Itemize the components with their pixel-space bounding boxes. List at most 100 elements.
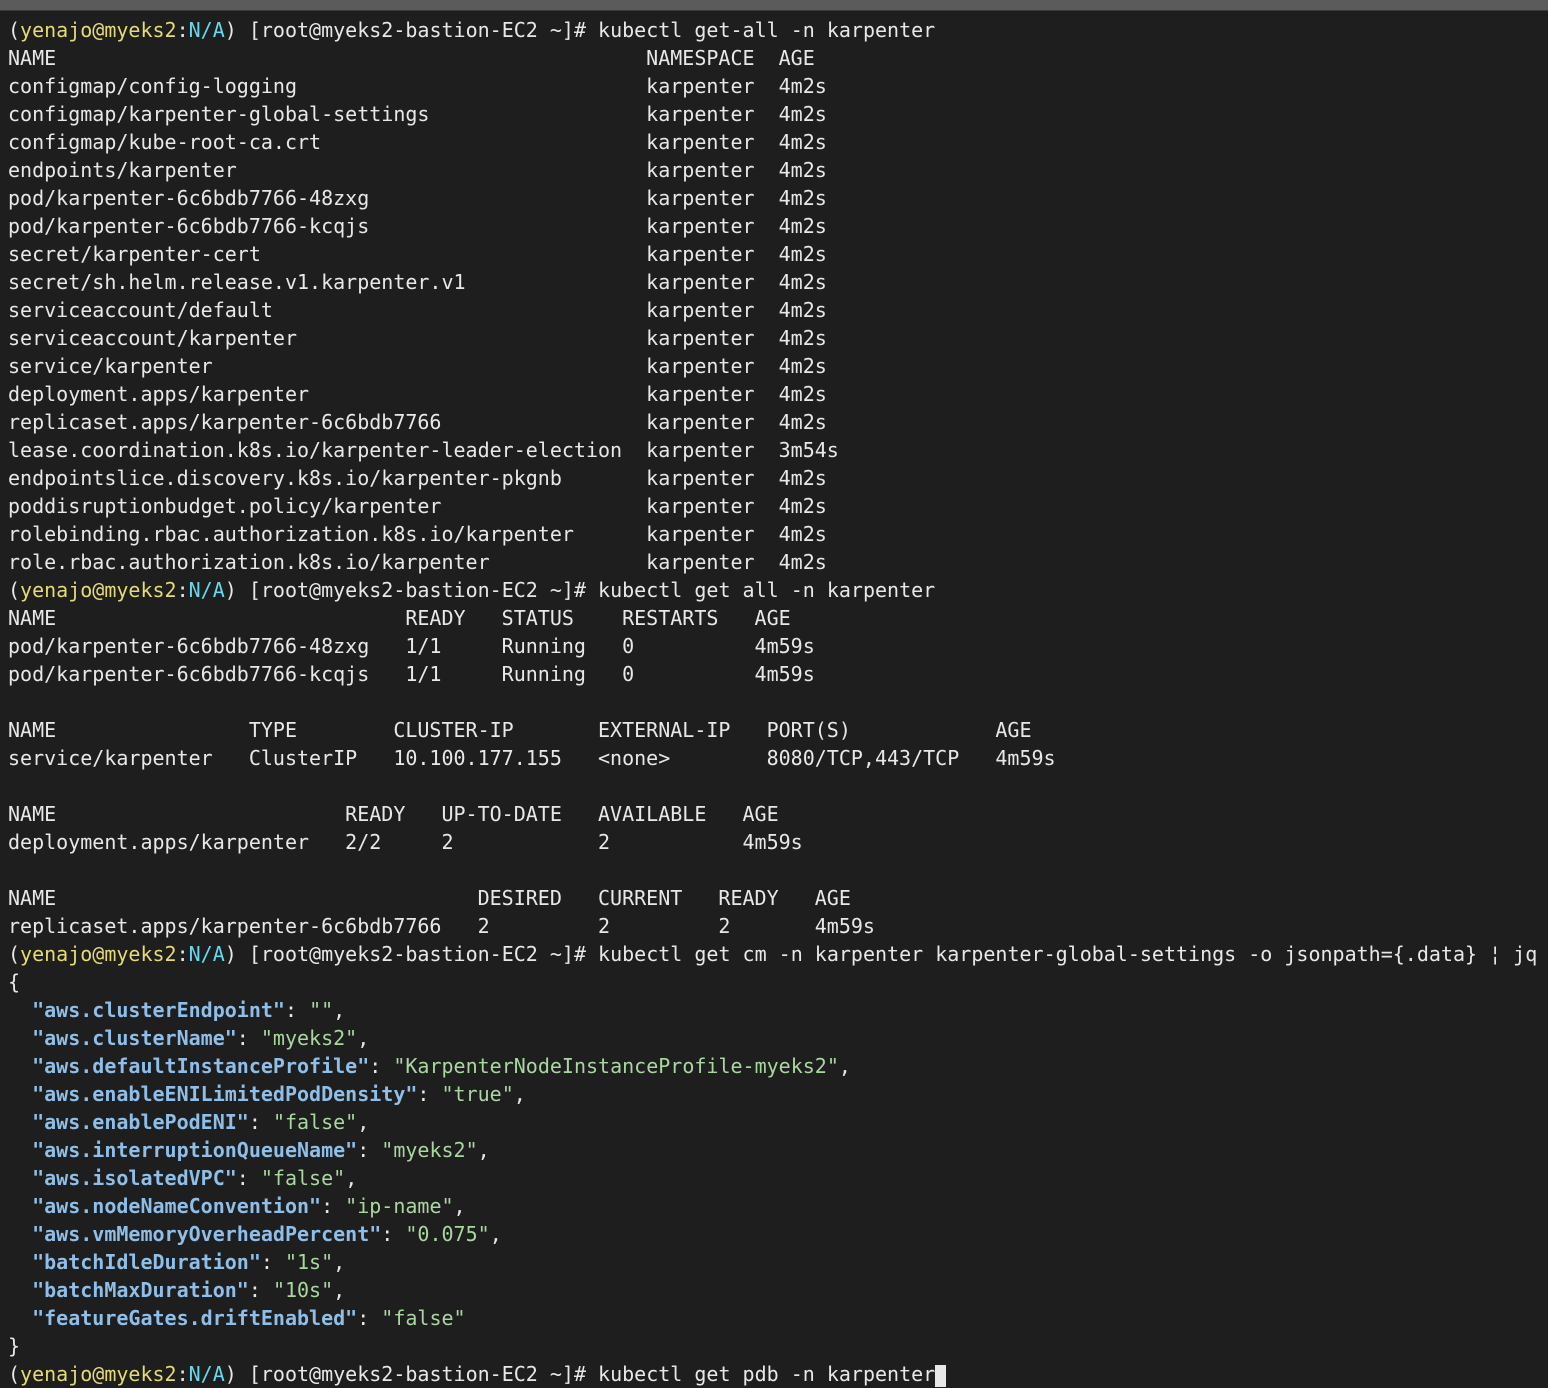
- json-comma: ,: [357, 1026, 370, 1050]
- output-line: configmap/karpenter-global-settings karp…: [8, 102, 827, 126]
- json-value: "false": [381, 1306, 466, 1330]
- command-text: kubectl get cm -n karpenter karpenter-gl…: [598, 942, 1538, 966]
- json-key: "aws.clusterName": [32, 1026, 237, 1050]
- json-comma: ,: [333, 998, 346, 1022]
- prompt-user: yenajo@myeks2: [20, 18, 177, 42]
- output-line: role.rbac.authorization.k8s.io/karpenter…: [8, 550, 827, 574]
- json-comma: ,: [489, 1222, 502, 1246]
- json-key: "aws.interruptionQueueName": [32, 1138, 358, 1162]
- prompt-context: N/A: [188, 578, 225, 602]
- output-line: NAME DESIRED CURRENT READY AGE: [8, 886, 851, 910]
- json-value: "false": [260, 1166, 346, 1190]
- prompt-separator: :: [176, 1362, 189, 1386]
- prompt-context: N/A: [188, 942, 225, 966]
- json-entry: "aws.vmMemoryOverheadPercent": "0.075",: [32, 1222, 502, 1246]
- json-key: "aws.clusterEndpoint": [32, 998, 285, 1022]
- prompt-line: (yenajo@myeks2:N/A) [root@myeks2-bastion…: [8, 1360, 1543, 1388]
- json-key: "aws.vmMemoryOverheadPercent": [32, 1222, 382, 1246]
- prompt-host: ) [root@myeks2-bastion-EC2 ~]#: [224, 942, 599, 966]
- json-entry: "aws.clusterEndpoint": "",: [32, 998, 346, 1022]
- prompt-user: yenajo@myeks2: [20, 578, 177, 602]
- output-line: NAME READY UP-TO-DATE AVAILABLE AGE: [8, 802, 779, 826]
- output-line: configmap/kube-root-ca.crt karpenter 4m2…: [8, 130, 827, 154]
- json-comma: ,: [453, 1194, 466, 1218]
- window-title-bar: [0, 0, 1548, 11]
- command-text: kubectl get pdb -n karpenter: [598, 1362, 936, 1386]
- prompt-separator: :: [176, 578, 189, 602]
- output-line: rolebinding.rbac.authorization.k8s.io/ka…: [8, 522, 827, 546]
- prompt-context: N/A: [188, 18, 225, 42]
- output-line: replicaset.apps/karpenter-6c6bdb7766 kar…: [8, 410, 827, 434]
- json-value: "0.075": [405, 1222, 490, 1246]
- command-text: kubectl get all -n karpenter: [598, 578, 936, 602]
- json-comma: ,: [333, 1250, 346, 1274]
- json-entry: "aws.enableENILimitedPodDensity": "true"…: [32, 1082, 526, 1106]
- prompt-host: ) [root@myeks2-bastion-EC2 ~]#: [224, 1362, 599, 1386]
- prompt-user: yenajo@myeks2: [20, 942, 177, 966]
- output-line: endpointslice.discovery.k8s.io/karpenter…: [8, 466, 827, 490]
- json-entry: "aws.isolatedVPC": "false",: [32, 1166, 358, 1190]
- output-line: serviceaccount/default karpenter 4m2s: [8, 298, 827, 322]
- prompt-context: N/A: [188, 1362, 225, 1386]
- json-entry: "aws.defaultInstanceProfile": "Karpenter…: [32, 1054, 851, 1078]
- json-entry: "batchMaxDuration": "10s",: [32, 1278, 346, 1302]
- json-key: "featureGates.driftEnabled": [32, 1306, 358, 1330]
- prompt-user: yenajo@myeks2: [20, 1362, 177, 1386]
- json-open-brace: {: [8, 970, 21, 994]
- json-comma: ,: [333, 1278, 346, 1302]
- json-comma: ,: [357, 1110, 370, 1134]
- json-entry: "batchIdleDuration": "1s",: [32, 1250, 346, 1274]
- output-line: pod/karpenter-6c6bdb7766-kcqjs 1/1 Runni…: [8, 662, 815, 686]
- json-key: "aws.enableENILimitedPodDensity": [32, 1082, 418, 1106]
- json-value: "10s": [272, 1278, 334, 1302]
- json-entry: "aws.clusterName": "myeks2",: [32, 1026, 370, 1050]
- output-line: NAME READY STATUS RESTARTS AGE: [8, 606, 791, 630]
- json-key: "aws.isolatedVPC": [32, 1166, 237, 1190]
- prompt-separator: :: [176, 942, 189, 966]
- terminal-output[interactable]: (yenajo@myeks2:N/A) [root@myeks2-bastion…: [8, 16, 1543, 1388]
- output-line: pod/karpenter-6c6bdb7766-kcqjs karpenter…: [8, 214, 827, 238]
- output-line: replicaset.apps/karpenter-6c6bdb7766 2 2…: [8, 914, 875, 938]
- json-value: "ip-name": [345, 1194, 454, 1218]
- prompt-line: (yenajo@myeks2:N/A) [root@myeks2-bastion…: [8, 940, 1543, 968]
- json-key: "batchIdleDuration": [32, 1250, 261, 1274]
- prompt-paren: (: [8, 18, 21, 42]
- prompt-paren: (: [8, 942, 21, 966]
- json-close-brace: }: [8, 1334, 21, 1358]
- prompt-paren: (: [8, 578, 21, 602]
- json-value: "": [309, 998, 334, 1022]
- output-line: service/karpenter ClusterIP 10.100.177.1…: [8, 746, 1056, 770]
- prompt-separator: :: [176, 18, 189, 42]
- output-line: lease.coordination.k8s.io/karpenter-lead…: [8, 438, 839, 462]
- json-comma: ,: [345, 1166, 358, 1190]
- output-line: serviceaccount/karpenter karpenter 4m2s: [8, 326, 827, 350]
- output-line: deployment.apps/karpenter karpenter 4m2s: [8, 382, 827, 406]
- json-key: "aws.nodeNameConvention": [32, 1194, 322, 1218]
- json-entry: "aws.nodeNameConvention": "ip-name",: [32, 1194, 466, 1218]
- json-key: "batchMaxDuration": [32, 1278, 249, 1302]
- output-line: endpoints/karpenter karpenter 4m2s: [8, 158, 827, 182]
- output-line: pod/karpenter-6c6bdb7766-48zxg karpenter…: [8, 186, 827, 210]
- output-line: NAME TYPE CLUSTER-IP EXTERNAL-IP PORT(S)…: [8, 718, 1032, 742]
- json-key: "aws.defaultInstanceProfile": [32, 1054, 370, 1078]
- json-comma: ,: [477, 1138, 490, 1162]
- json-entry: "aws.interruptionQueueName": "myeks2",: [32, 1138, 490, 1162]
- json-value: "KarpenterNodeInstanceProfile-myeks2": [393, 1054, 839, 1078]
- output-line: secret/karpenter-cert karpenter 4m2s: [8, 242, 827, 266]
- json-entry: "aws.enablePodENI": "false",: [32, 1110, 370, 1134]
- json-value: "myeks2": [381, 1138, 478, 1162]
- json-value: "false": [272, 1110, 358, 1134]
- output-line: pod/karpenter-6c6bdb7766-48zxg 1/1 Runni…: [8, 634, 815, 658]
- json-value: "myeks2": [260, 1026, 358, 1050]
- prompt-paren: (: [8, 1362, 21, 1386]
- output-line: service/karpenter karpenter 4m2s: [8, 354, 827, 378]
- prompt-host: ) [root@myeks2-bastion-EC2 ~]#: [224, 18, 599, 42]
- prompt-line: (yenajo@myeks2:N/A) [root@myeks2-bastion…: [8, 576, 1543, 604]
- json-value: "1s": [284, 1250, 334, 1274]
- json-comma: ,: [513, 1082, 526, 1106]
- prompt-line: (yenajo@myeks2:N/A) [root@myeks2-bastion…: [8, 16, 1543, 44]
- output-line: configmap/config-logging karpenter 4m2s: [8, 74, 827, 98]
